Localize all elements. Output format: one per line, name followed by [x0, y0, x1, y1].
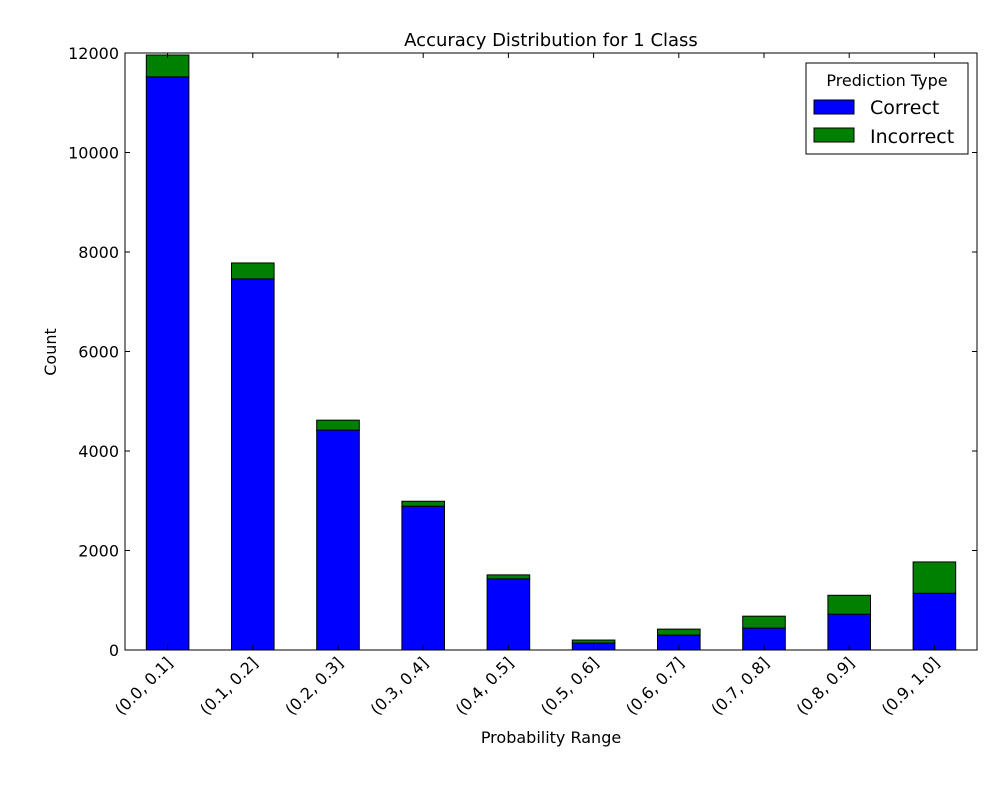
y-tick-label: 10000 [68, 144, 119, 163]
y-tick-label: 0 [109, 641, 119, 660]
x-axis-label: Probability Range [481, 728, 621, 747]
bar-correct-3 [401, 505, 445, 651]
bar-incorrect-5 [571, 639, 616, 644]
y-tick-label: 6000 [78, 343, 119, 362]
legend-label-correct: Correct [870, 97, 939, 119]
bar-incorrect-7 [742, 615, 786, 629]
x-tick-label: (0.9, 1.0] [878, 653, 943, 718]
y-axis-label: Count [41, 328, 60, 376]
bar-incorrect-6 [657, 628, 701, 636]
bar-incorrect-8 [827, 594, 872, 615]
bar-incorrect-2 [316, 419, 360, 431]
legend-title: Prediction Type [826, 71, 947, 90]
bar-incorrect-1 [231, 262, 275, 280]
legend-swatch-correct [813, 99, 855, 115]
bar-incorrect-9 [912, 561, 957, 594]
legend: Prediction Type Correct Incorrect [805, 62, 969, 155]
bar-incorrect-0 [145, 54, 190, 78]
x-tick-label: (0.3, 0.4] [367, 653, 432, 718]
x-tick-label: (0.1, 0.2] [196, 653, 261, 718]
bar-correct-1 [231, 278, 275, 651]
y-tick-label: 2000 [78, 542, 119, 561]
x-tick-label: (0.5, 0.6] [537, 653, 602, 718]
bar-correct-9 [912, 592, 957, 651]
legend-swatch-incorrect [813, 127, 855, 143]
x-tick-label: (0.4, 0.5] [452, 653, 517, 718]
legend-label-incorrect: Incorrect [870, 126, 954, 148]
x-tick-label: (0.0, 0.1] [111, 653, 176, 718]
bar-incorrect-4 [486, 574, 531, 580]
x-tick-label: (0.6, 0.7] [622, 653, 687, 718]
y-tick-label: 4000 [78, 442, 119, 461]
bar-correct-4 [486, 578, 531, 651]
bar-correct-8 [827, 613, 872, 651]
x-tick-label: (0.7, 0.8] [707, 653, 772, 718]
x-tick-label: (0.8, 0.9] [793, 653, 858, 718]
bar-incorrect-3 [401, 500, 445, 507]
y-tick-label: 12000 [68, 44, 119, 63]
y-tick-label: 8000 [78, 243, 119, 262]
chart: Accuracy Distribution for 1 Class Count … [41, 30, 978, 747]
bar-correct-0 [145, 76, 190, 651]
x-tick-label: (0.2, 0.3] [281, 653, 346, 718]
chart-title: Accuracy Distribution for 1 Class [404, 30, 698, 51]
bar-correct-2 [316, 429, 360, 651]
